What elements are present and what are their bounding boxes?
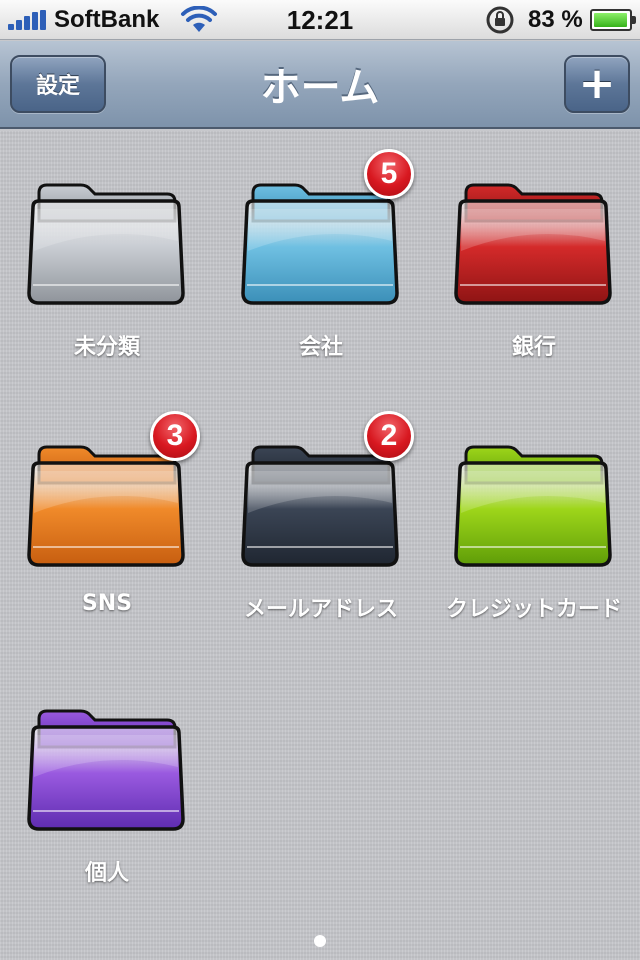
folder-label: 未分類 — [73, 335, 140, 360]
folder-icon — [454, 445, 612, 567]
folder-label: 銀行 — [511, 335, 556, 360]
page-title: ホーム — [260, 65, 380, 111]
folder-item[interactable]: クレジットカード — [427, 393, 640, 643]
navigation-bar: 設定 ホーム + — [0, 41, 640, 129]
folder-icon — [27, 445, 185, 567]
status-bar: SoftBank 12:21 83 % — [0, 0, 640, 40]
unread-count-badge: 2 — [364, 411, 414, 461]
add-folder-button[interactable]: + — [564, 55, 630, 113]
folder-icon — [241, 445, 399, 567]
folder-icon — [27, 709, 185, 831]
folder-item[interactable]: メールアドレス 2 — [214, 393, 428, 643]
folder-item[interactable]: 個人 — [0, 657, 214, 907]
unread-count-badge: 3 — [150, 411, 200, 461]
page-indicator-dot — [314, 935, 326, 947]
rotation-lock-icon — [486, 6, 514, 34]
folder-label: クレジットカード — [445, 597, 622, 622]
folder-icon — [454, 183, 612, 305]
folder-label: SNS — [81, 591, 133, 616]
unread-count-badge: 5 — [364, 149, 414, 199]
folder-item[interactable]: 会社 5 — [214, 131, 428, 381]
folder-label: メールアドレス — [243, 597, 398, 622]
folder-label: 会社 — [298, 335, 343, 360]
folder-item[interactable]: 未分類 — [0, 131, 214, 381]
folder-item[interactable]: 銀行 — [427, 131, 640, 381]
folder-item[interactable]: SNS 3 — [0, 393, 214, 643]
folder-label: 個人 — [84, 861, 129, 886]
battery-icon — [590, 9, 636, 31]
folder-icon — [241, 183, 399, 305]
battery-percent: 83 % — [528, 6, 583, 33]
folder-icon — [27, 183, 185, 305]
